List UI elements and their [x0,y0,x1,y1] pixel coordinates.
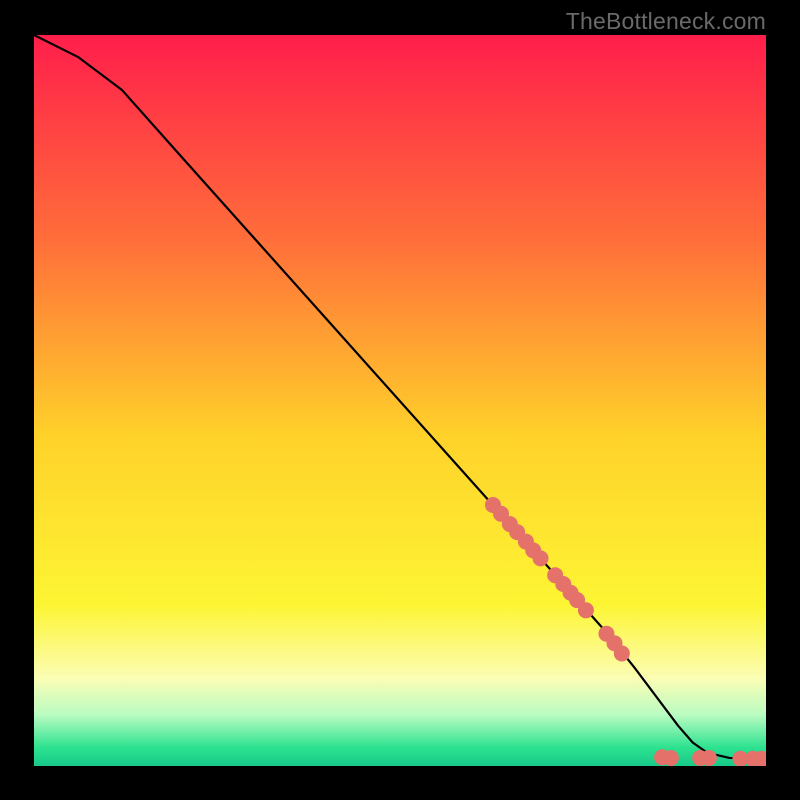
chart-stage: TheBottleneck.com [0,0,800,800]
data-point [533,550,549,566]
chart-svg [34,35,766,766]
watermark-text: TheBottleneck.com [566,8,766,35]
data-point [614,645,630,661]
plot-area [34,35,766,766]
data-point [701,750,717,766]
data-point [663,750,679,766]
data-point [578,602,594,618]
